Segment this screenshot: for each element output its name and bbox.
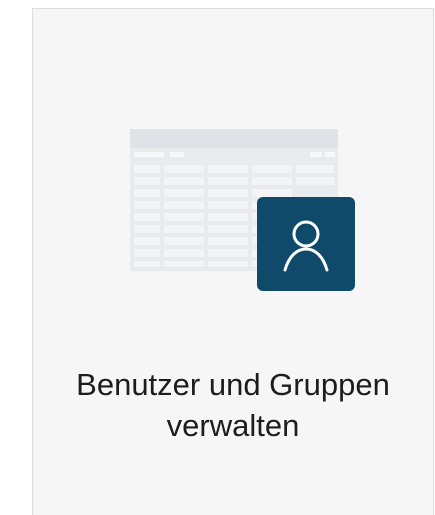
user-badge <box>257 197 355 291</box>
tile-title: Benutzer und Gruppen verwalten <box>33 364 433 446</box>
tile-title-line-1: Benutzer und Gruppen <box>76 367 390 402</box>
tile-title-line-2: verwalten <box>166 408 300 443</box>
manage-users-groups-tile[interactable]: Benutzer und Gruppen verwalten <box>32 8 434 515</box>
table-illustration <box>130 129 355 291</box>
